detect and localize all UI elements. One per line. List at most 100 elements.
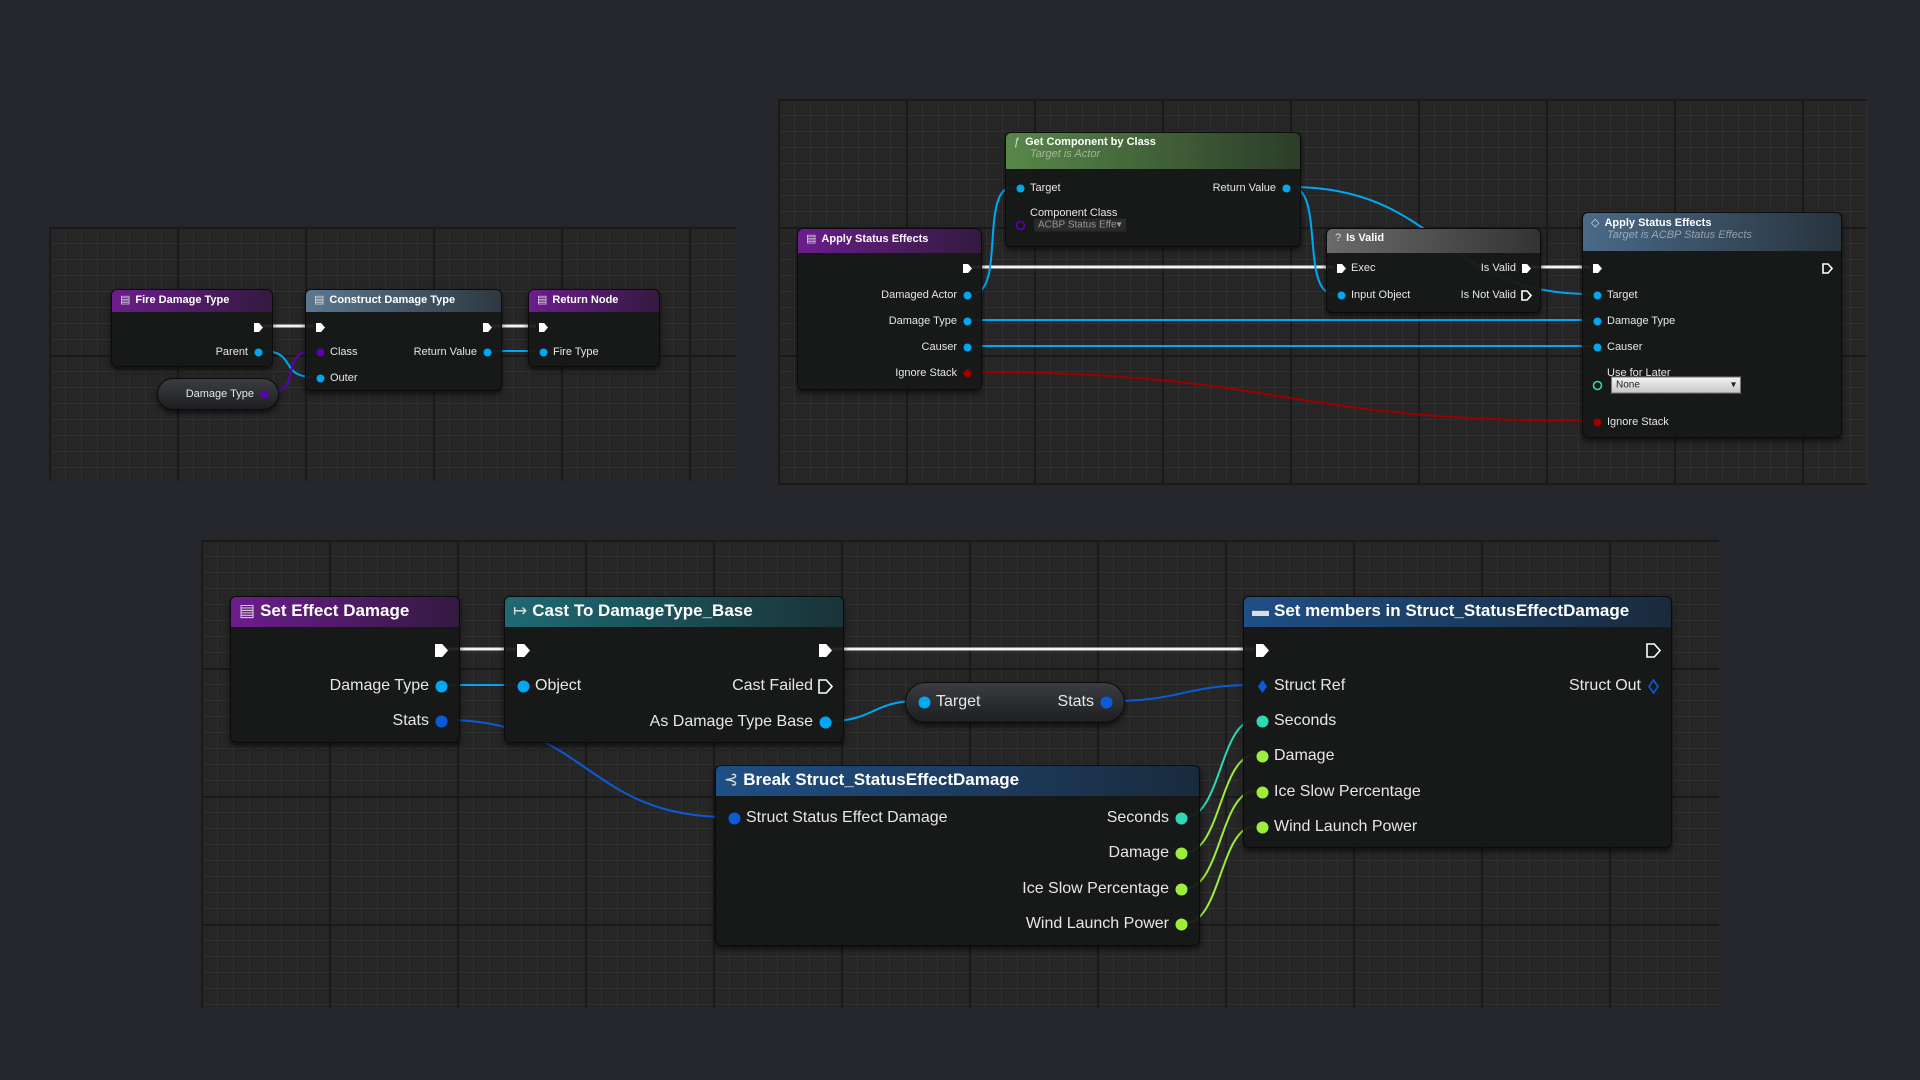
object-pin-icon[interactable]	[1592, 342, 1603, 353]
pin-label: Damaged Actor	[881, 289, 957, 301]
object-pin-icon[interactable]	[917, 695, 932, 710]
exec-pin-icon[interactable]	[1520, 289, 1532, 301]
node-getcomp[interactable]: ƒ Get Component by Class Target is Actor Ta…	[1005, 132, 1301, 247]
node-title: Set members in Struct_StatusEffectDamage	[1274, 601, 1630, 620]
pin-label: Seconds	[1106, 809, 1169, 826]
exec-pin-icon[interactable]	[1645, 642, 1661, 658]
pin-label: Stats	[392, 712, 429, 729]
node-header[interactable]: ◇ Apply Status Effects Target is ACBP Stat…	[1583, 213, 1841, 251]
bool-pin-icon[interactable]	[1592, 417, 1603, 428]
pin-label: Wind Launch Power	[1274, 818, 1418, 835]
node-header[interactable]: ▤ Apply Status Effects	[798, 229, 981, 253]
pin-label: Causer	[921, 341, 957, 353]
float-pin-icon[interactable]	[1255, 820, 1270, 835]
float_seconds-pin-icon[interactable]	[1592, 380, 1603, 391]
object-pin-icon[interactable]	[434, 679, 449, 694]
object-pin-icon[interactable]	[1592, 290, 1603, 301]
exec-pin-icon[interactable]	[538, 322, 549, 333]
node-header[interactable]: ⊰ Break Struct_StatusEffectDamage	[716, 766, 1199, 796]
pin-label: Causer	[1607, 341, 1643, 353]
node-setm[interactable]: ▬ Set members in Struct_StatusEffectDamag…	[1243, 596, 1672, 848]
pin-label: Seconds	[1274, 712, 1337, 729]
node-construct[interactable]: ▤ Construct Damage Type Class Outer Return V…	[305, 289, 502, 391]
exec-pin-icon[interactable]	[1336, 263, 1347, 274]
node-isvalid[interactable]: ? Is Valid Exec Input Object Is Valid Is Not …	[1326, 228, 1541, 313]
node-header[interactable]: ▤ Fire Damage Type	[112, 290, 272, 312]
node-header[interactable]: ? Is Valid	[1327, 229, 1540, 253]
pin-label: Damage	[1108, 844, 1169, 861]
node-applyR[interactable]: ◇ Apply Status Effects Target is ACBP Stat…	[1582, 212, 1842, 438]
object-pin-icon[interactable]	[253, 347, 264, 358]
node-header[interactable]: ▤ Return Node	[529, 290, 659, 312]
exec-pin-icon[interactable]	[1521, 263, 1532, 274]
object-pin-icon[interactable]	[1336, 290, 1347, 301]
pin-label: Return Value	[1212, 182, 1276, 194]
pin-label: Cast Failed	[732, 677, 813, 694]
pin-default-dropdown[interactable]: ACBP Status Effe ▾	[1034, 218, 1126, 232]
float-pin-icon[interactable]	[1255, 749, 1270, 764]
class-pin-icon[interactable]	[315, 347, 326, 358]
struct-pin-icon[interactable]	[434, 714, 449, 729]
node-dmgvar[interactable]: Damage Type	[157, 378, 279, 410]
float-pin-icon[interactable]	[1174, 846, 1189, 861]
node-title: Cast To DamageType_Base	[532, 601, 753, 620]
exec-pin-icon[interactable]	[315, 322, 326, 333]
float-pin-icon[interactable]	[1255, 785, 1270, 800]
exec-pin-icon[interactable]	[962, 263, 973, 274]
object-pin-icon[interactable]	[315, 373, 326, 384]
struct-pin-icon[interactable]	[1099, 695, 1114, 710]
exec-pin-icon[interactable]	[253, 322, 264, 333]
object-pin-icon[interactable]	[962, 290, 973, 301]
node-header[interactable]: ▬ Set members in Struct_StatusEffectDamag…	[1244, 597, 1671, 627]
node-header[interactable]: ƒ Get Component by Class Target is Actor	[1006, 133, 1300, 169]
exec-pin-icon[interactable]	[818, 643, 833, 658]
pin-default-dropdown[interactable]: None ▾	[1611, 376, 1741, 394]
object-pin-icon[interactable]	[962, 342, 973, 353]
exec-pin-icon[interactable]	[516, 643, 531, 658]
dropdown-value: None	[1616, 379, 1640, 391]
node-title: Construct Damage Type	[329, 294, 456, 306]
pin-label: Input Object	[1351, 289, 1411, 301]
object-pin-icon[interactable]	[1592, 316, 1603, 327]
node-brk[interactable]: ⊰ Break Struct_StatusEffectDamage Struct S…	[715, 765, 1200, 946]
node-fire[interactable]: ▤ Fire Damage Type Parent	[111, 289, 273, 367]
exec-pin-icon[interactable]	[1821, 262, 1833, 274]
object-pin-icon[interactable]	[482, 347, 493, 358]
exec-pin-icon[interactable]	[482, 322, 493, 333]
pin-label: Fire Type	[553, 346, 599, 358]
node-header[interactable]: ▤ Construct Damage Type	[306, 290, 501, 312]
struct-pin-icon[interactable]	[727, 811, 742, 826]
class-pin-icon[interactable]	[1015, 220, 1026, 231]
object-pin-icon[interactable]	[962, 316, 973, 327]
exec-pin-icon[interactable]	[1255, 643, 1270, 658]
node-ret[interactable]: ▤ Return Node Fire Type	[528, 289, 660, 367]
object-pin-icon[interactable]	[538, 347, 549, 358]
object-pin-icon[interactable]	[516, 679, 531, 694]
exec-pin-icon[interactable]	[1592, 263, 1603, 274]
function-entry-icon: ▤	[239, 601, 256, 620]
exec-pin-icon[interactable]	[817, 678, 833, 694]
object-pin-icon[interactable]	[1281, 183, 1292, 194]
pin-label: Target	[936, 693, 981, 710]
float_seconds-pin-icon[interactable]	[1255, 714, 1270, 729]
class-pin-icon[interactable]	[259, 389, 270, 400]
struct-pin-icon[interactable]	[1646, 678, 1661, 694]
float_seconds-pin-icon[interactable]	[1174, 811, 1189, 826]
pin-label: Object	[535, 677, 582, 694]
object-pin-icon[interactable]	[818, 715, 833, 730]
object-pin-icon[interactable]	[1015, 183, 1026, 194]
function-entry-icon: ▤	[537, 294, 548, 306]
chevron-down-icon: ▾	[1730, 379, 1736, 391]
node-header[interactable]: ↦ Cast To DamageType_Base	[505, 597, 843, 627]
node-stats[interactable]: Target Stats	[905, 682, 1125, 723]
node-cast[interactable]: ↦ Cast To DamageType_Base Object Cast Faile…	[504, 596, 844, 743]
node-seteff[interactable]: ▤ Set Effect Damage Damage Type Stats	[230, 596, 460, 743]
bool-pin-icon[interactable]	[962, 368, 973, 379]
node-title: Break Struct_StatusEffectDamage	[743, 770, 1020, 789]
node-header[interactable]: ▤ Set Effect Damage	[231, 597, 459, 627]
node-applyL[interactable]: ▤ Apply Status Effects Damaged Actor Damage…	[797, 228, 982, 390]
struct-pin-icon[interactable]	[1255, 679, 1270, 694]
float-pin-icon[interactable]	[1174, 882, 1189, 897]
exec-pin-icon[interactable]	[434, 643, 449, 658]
float-pin-icon[interactable]	[1174, 917, 1189, 932]
